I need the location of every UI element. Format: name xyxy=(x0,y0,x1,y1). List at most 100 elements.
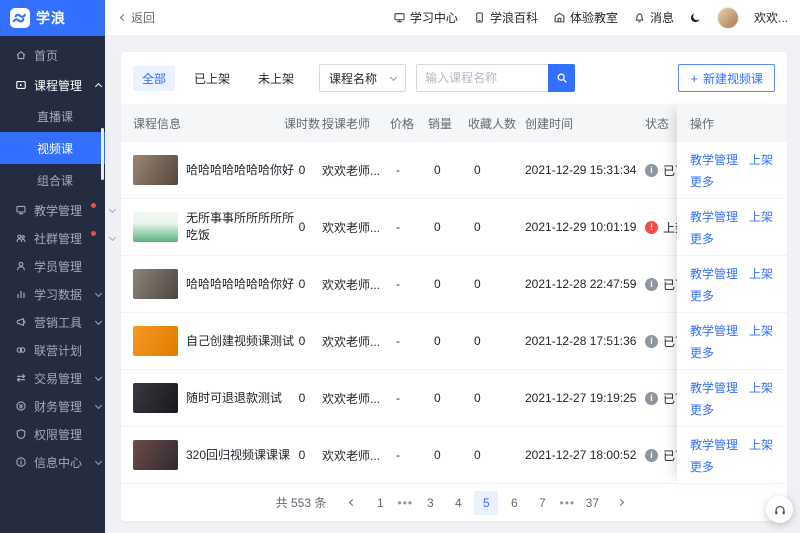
ellipsis-icon: ••• xyxy=(396,496,414,510)
created-time: 2021-12-29 15:31:34 xyxy=(525,163,645,177)
page-button[interactable]: 7 xyxy=(530,491,554,515)
menu-item-experience-classroom[interactable]: 体验教室 xyxy=(553,9,618,26)
trade-icon xyxy=(15,372,27,384)
menu-item-messages[interactable]: 消息 xyxy=(633,9,674,26)
manage-action-link[interactable]: 教学管理 xyxy=(690,436,738,453)
sidebar-item-trade-management[interactable]: 交易管理 xyxy=(0,364,105,392)
page-button[interactable]: 37 xyxy=(580,491,604,515)
search-button[interactable] xyxy=(548,64,575,92)
row-actions: 教学管理上架 更多 xyxy=(677,256,787,313)
header-created: 创建时间 xyxy=(525,115,645,132)
teacher-name: 欢欢老师... xyxy=(322,276,390,293)
sidebar-subitem-combo-course[interactable]: 组合课 xyxy=(0,164,105,196)
publish-action-link[interactable]: 上架 xyxy=(749,265,773,282)
sidebar-item-partner-plan[interactable]: 联营计划 xyxy=(0,336,105,364)
created-time: 2021-12-27 18:00:52 xyxy=(525,448,645,462)
more-action-link[interactable]: 更多 xyxy=(690,401,714,418)
sidebar-scrollbar[interactable] xyxy=(101,128,104,180)
sidebar-item-finance-management[interactable]: 财务管理 xyxy=(0,392,105,420)
back-button[interactable]: 返回 xyxy=(121,9,155,26)
more-action-link[interactable]: 更多 xyxy=(690,287,714,304)
classroom-icon xyxy=(553,11,566,24)
page-button[interactable]: 1 xyxy=(368,491,392,515)
page-button-current[interactable]: 5 xyxy=(474,491,498,515)
favorites-count: 0 xyxy=(468,391,525,405)
course-thumbnail xyxy=(133,383,178,413)
sales-count: 0 xyxy=(428,277,468,291)
price: - xyxy=(390,391,428,405)
more-action-link[interactable]: 更多 xyxy=(690,344,714,361)
chevron-down-icon xyxy=(95,457,102,464)
row-actions: 教学管理上架 更多 xyxy=(677,199,787,256)
finance-icon xyxy=(15,400,27,412)
price: - xyxy=(390,163,428,177)
sidebar-item-permission-management[interactable]: 权限管理 xyxy=(0,420,105,448)
page-button[interactable]: 3 xyxy=(418,491,442,515)
more-action-link[interactable]: 更多 xyxy=(690,458,714,475)
next-page-button[interactable] xyxy=(608,491,632,515)
sidebar-item-home[interactable]: 首页 xyxy=(0,40,105,70)
status-info-icon: i xyxy=(645,164,658,177)
publish-action-link[interactable]: 上架 xyxy=(749,151,773,168)
sidebar-item-marketing-tools[interactable]: 营销工具 xyxy=(0,308,105,336)
more-action-link[interactable]: 更多 xyxy=(690,230,714,247)
permission-icon xyxy=(15,428,27,440)
manage-action-link[interactable]: 教学管理 xyxy=(690,208,738,225)
sidebar: 学浪 首页 课程管理 直播课 视频课 组合课 教学管理 社群管理 xyxy=(0,0,105,533)
plus-icon: + xyxy=(690,72,698,85)
sales-count: 0 xyxy=(428,163,468,177)
community-icon xyxy=(15,232,27,244)
menu-item-wiki[interactable]: 学浪百科 xyxy=(473,9,538,26)
lessons-count: 0 xyxy=(282,448,322,462)
sidebar-subitem-video-course[interactable]: 视频课 xyxy=(0,132,105,164)
page-button[interactable]: 4 xyxy=(446,491,470,515)
customer-service-button[interactable] xyxy=(766,496,793,523)
more-action-link[interactable]: 更多 xyxy=(690,173,714,190)
avatar[interactable] xyxy=(717,7,739,29)
price: - xyxy=(390,448,428,462)
course-list-card: 全部 已上架 未上架 课程名称 + 新建视频课 课程信息 课时数 授课老师 xyxy=(121,52,787,521)
course-info-cell: 随时可退退款测试 xyxy=(133,383,282,413)
filter-select[interactable]: 课程名称 xyxy=(319,64,406,92)
dark-mode-toggle[interactable] xyxy=(689,11,702,24)
status-info-icon: i xyxy=(645,335,658,348)
logo-bar[interactable]: 学浪 xyxy=(0,0,105,36)
publish-action-link[interactable]: 上架 xyxy=(749,322,773,339)
tab-all[interactable]: 全部 xyxy=(133,66,175,91)
chevron-up-icon xyxy=(95,82,102,89)
sidebar-subitem-live-course[interactable]: 直播课 xyxy=(0,100,105,132)
data-icon xyxy=(15,288,27,300)
chevron-down-icon xyxy=(95,289,102,296)
status-info-icon: i xyxy=(645,392,658,405)
manage-action-link[interactable]: 教学管理 xyxy=(690,265,738,282)
publish-action-link[interactable]: 上架 xyxy=(749,379,773,396)
sidebar-item-info-center[interactable]: 信息中心 xyxy=(0,448,105,476)
sidebar-item-student-management[interactable]: 学员管理 xyxy=(0,252,105,280)
publish-action-link[interactable]: 上架 xyxy=(749,208,773,225)
row-actions: 教学管理上架 更多 xyxy=(677,370,787,427)
status-info-icon: i xyxy=(645,278,658,291)
tab-listed[interactable]: 已上架 xyxy=(185,66,239,91)
menu-item-learning-center[interactable]: 学习中心 xyxy=(393,9,458,26)
manage-action-link[interactable]: 教学管理 xyxy=(690,379,738,396)
page-button[interactable]: 6 xyxy=(502,491,526,515)
ellipsis-icon: ••• xyxy=(558,496,576,510)
manage-action-link[interactable]: 教学管理 xyxy=(690,151,738,168)
publish-action-link[interactable]: 上架 xyxy=(749,436,773,453)
sidebar-item-learning-data[interactable]: 学习数据 xyxy=(0,280,105,308)
row-actions: 教学管理上架 更多 xyxy=(677,313,787,370)
sales-count: 0 xyxy=(428,220,468,234)
create-video-course-button[interactable]: + 新建视频课 xyxy=(678,64,775,92)
price: - xyxy=(390,220,428,234)
headset-icon xyxy=(773,503,787,517)
sidebar-item-course-management[interactable]: 课程管理 xyxy=(0,70,105,100)
search-input[interactable] xyxy=(416,64,548,92)
manage-action-link[interactable]: 教学管理 xyxy=(690,322,738,339)
sidebar-item-teaching-management[interactable]: 教学管理 xyxy=(0,196,105,224)
prev-page-button[interactable] xyxy=(340,491,364,515)
course-info-cell: 无所事事所所所所所吃饭 xyxy=(133,210,282,244)
tab-unlisted[interactable]: 未上架 xyxy=(249,66,303,91)
teacher-name: 欢欢老师... xyxy=(322,333,390,350)
sidebar-item-community-management[interactable]: 社群管理 xyxy=(0,224,105,252)
username[interactable]: 欢欢... xyxy=(754,9,788,26)
